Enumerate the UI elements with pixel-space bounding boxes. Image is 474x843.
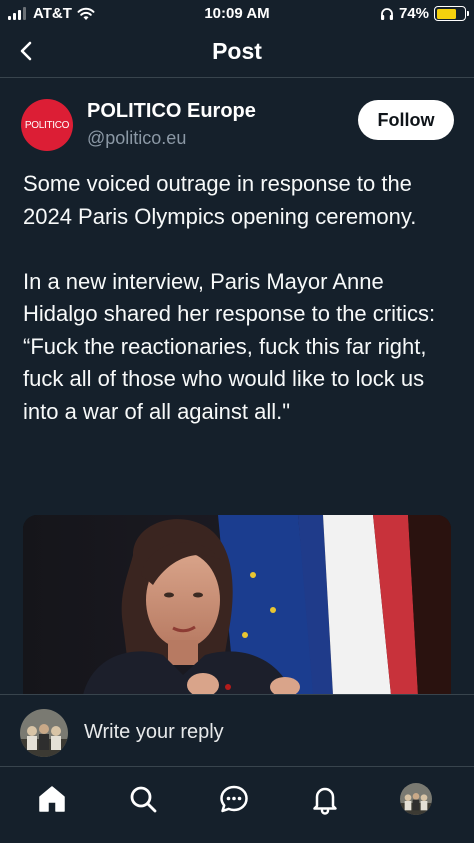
home-icon [39,786,65,812]
battery-level [436,8,457,19]
post-image[interactable] [23,515,451,695]
tab-search[interactable] [125,781,161,817]
headphones-icon [380,7,393,20]
tab-notifications[interactable] [307,781,343,817]
post-image-photo [23,515,451,695]
author-handle[interactable]: @politico.eu [87,128,186,149]
tab-bar [0,766,474,843]
author-logo-text: POLITICO [24,119,70,131]
avatar[interactable] [20,709,68,757]
tab-profile[interactable] [398,781,434,817]
bell-icon [313,787,337,815]
page-title: Post [212,38,262,64]
avatar [400,783,432,815]
author-avatar[interactable]: POLITICO [21,99,73,151]
status-bar: AT&T 10:09 AM 74% [0,0,474,28]
status-right: 74% [380,5,469,22]
reply-input[interactable]: Write your reply [84,721,224,744]
post-author: POLITICO POLITICO Europe @politico.eu Fo… [0,92,474,162]
post-text: Some voiced outrage in response to the 2… [23,171,436,424]
follow-button[interactable]: Follow [358,100,454,140]
tab-home[interactable] [34,781,70,817]
battery-percent: 74% [398,5,429,22]
reply-bar: Write your reply [0,694,474,766]
search-icon [130,786,157,813]
header: Post [0,28,474,78]
battery-icon [434,6,469,21]
tab-messages[interactable] [216,781,252,817]
chat-bubble-icon [220,785,248,813]
author-name[interactable]: POLITICO Europe [87,100,256,123]
